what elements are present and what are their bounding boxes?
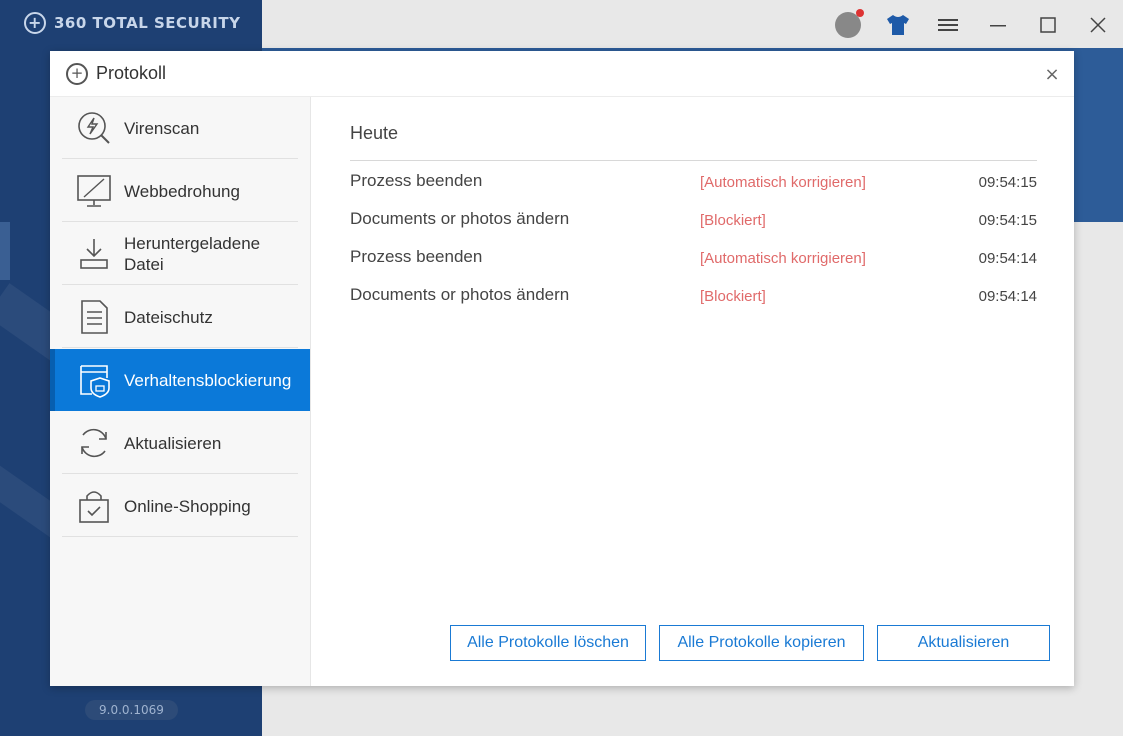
log-content: Heute Prozess beenden [Automatisch korri…: [311, 97, 1074, 686]
sidebar-item-webbedrohung[interactable]: Webbedrohung: [50, 160, 310, 222]
refresh-button[interactable]: Aktualisieren: [877, 625, 1050, 661]
version-badge: 9.0.0.1069: [85, 700, 178, 720]
web-threat-icon: [74, 171, 114, 211]
dialog-logo-icon: +: [66, 62, 88, 85]
log-event-time: 09:54:14: [978, 288, 1037, 305]
window-controls: [823, 9, 1123, 40]
hamburger-icon: [938, 19, 958, 31]
log-event-status: [Automatisch korrigieren]: [700, 250, 866, 267]
sidebar-item-label: Heruntergeladene Datei: [124, 234, 261, 274]
sidebar-item-label: Dateischutz: [124, 307, 213, 327]
refresh-icon: [74, 423, 114, 463]
document-icon: [74, 297, 114, 337]
log-event-time: 09:54:15: [978, 174, 1037, 191]
shopping-bag-icon: [74, 486, 114, 526]
log-event-status: [Blockiert]: [700, 288, 766, 305]
sidebar-item-aktualisieren[interactable]: Aktualisieren: [50, 412, 310, 474]
app-logo: + 360 TOTAL SECURITY: [24, 12, 240, 34]
sidebar-item-label: Aktualisieren: [124, 433, 222, 453]
skin-button[interactable]: [873, 10, 923, 40]
close-window-button[interactable]: [1073, 10, 1123, 40]
section-title: Heute: [350, 123, 399, 143]
log-event-name: Documents or photos ändern: [350, 285, 570, 304]
app-logo-text: 360 TOTAL SECURITY: [54, 14, 241, 32]
log-event-name: Documents or photos ändern: [350, 209, 570, 228]
clear-all-logs-button[interactable]: Alle Protokolle löschen: [450, 625, 646, 661]
log-event-time: 09:54:15: [978, 212, 1037, 229]
menu-button[interactable]: [923, 10, 973, 40]
sidebar-item-online-shopping[interactable]: Online-Shopping: [50, 475, 310, 537]
sidebar-item-label: Webbedrohung: [124, 181, 240, 201]
app-topbar: + 360 TOTAL SECURITY: [0, 0, 1123, 48]
maximize-button[interactable]: [1023, 10, 1073, 40]
log-event-time: 09:54:14: [978, 250, 1037, 267]
sidebar-item-label: Online-Shopping: [124, 496, 251, 516]
behavior-shield-icon: [74, 360, 114, 400]
log-event-name: Prozess beenden: [350, 247, 483, 266]
sidebar-item-label: Verhaltensblockierung: [124, 370, 292, 390]
virus-scan-icon: [74, 108, 114, 148]
app-sidebar-active-marker: [0, 222, 10, 280]
dialog-titlebar: + Protokoll ×: [50, 51, 1074, 97]
dialog-close-button[interactable]: ×: [1042, 64, 1062, 85]
sidebar-item-label: Virenscan: [124, 118, 200, 138]
log-event-name: Prozess beenden: [350, 171, 483, 190]
dialog-title: Protokoll: [96, 63, 167, 83]
log-row[interactable]: Prozess beenden [Automatisch korrigieren…: [350, 163, 1037, 201]
copy-all-logs-button[interactable]: Alle Protokolle kopieren: [659, 625, 864, 661]
close-icon: [1090, 17, 1106, 33]
log-row[interactable]: Documents or photos ändern [Blockiert] 0…: [350, 277, 1037, 315]
sidebar-item-verhaltensblockierung[interactable]: Verhaltensblockierung: [50, 349, 310, 411]
avatar-icon: [835, 9, 864, 38]
log-category-sidebar: Virenscan Webbedrohung Heruntergeladene …: [50, 97, 311, 686]
log-row[interactable]: Prozess beenden [Automatisch korrigieren…: [350, 239, 1037, 277]
sidebar-item-dateischutz[interactable]: Dateischutz: [50, 286, 310, 348]
section-divider: [350, 160, 1037, 161]
maximize-icon: [1040, 17, 1056, 33]
minimize-button[interactable]: [973, 10, 1023, 40]
account-button[interactable]: [823, 9, 873, 40]
log-event-status: [Blockiert]: [700, 212, 766, 229]
sidebar-item-virenscan[interactable]: Virenscan: [50, 97, 310, 159]
download-icon: [74, 234, 114, 274]
log-row[interactable]: Documents or photos ändern [Blockiert] 0…: [350, 201, 1037, 239]
log-event-status: [Automatisch korrigieren]: [700, 174, 866, 191]
logo-plus-icon: +: [24, 12, 46, 34]
tshirt-icon: [887, 15, 909, 35]
sidebar-item-heruntergeladene-datei[interactable]: Heruntergeladene Datei: [50, 223, 310, 285]
protocol-dialog: + Protokoll × Virenscan Webbedrohung Her…: [50, 51, 1074, 686]
minimize-icon: [990, 25, 1006, 27]
